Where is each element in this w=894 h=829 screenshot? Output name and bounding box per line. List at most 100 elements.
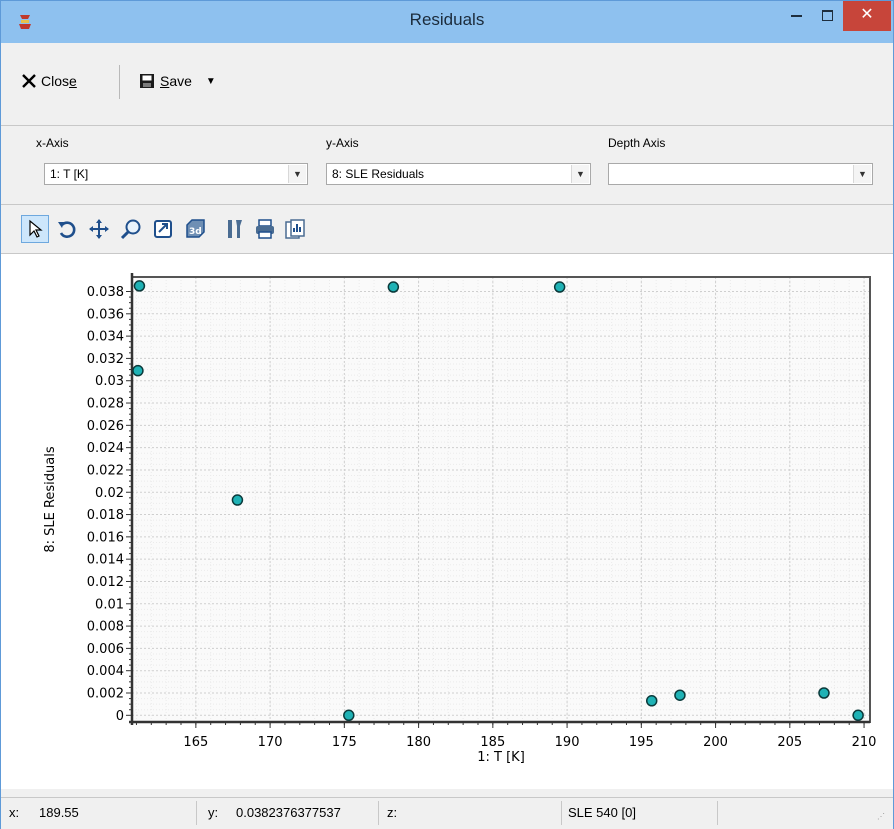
rotate-icon xyxy=(58,221,76,238)
data-point[interactable] xyxy=(852,709,864,722)
chart-toolbar: 3d xyxy=(1,205,893,254)
x-axis-select[interactable]: 1: T [K] ▼ xyxy=(44,163,308,185)
y-tick-label: 0.03 xyxy=(95,374,124,389)
y-axis-label: y-Axis xyxy=(326,136,359,150)
copy-chart-icon xyxy=(285,219,305,239)
copy-chart-tool-button[interactable] xyxy=(281,215,309,243)
y-tick-label: 0.034 xyxy=(87,330,124,345)
residuals-window: Residuals ✕ Close Save ▼ x-Axis 1: T [K] xyxy=(0,0,894,829)
data-point[interactable] xyxy=(343,709,355,722)
title-bar[interactable]: Residuals ✕ xyxy=(1,1,893,43)
close-x-icon xyxy=(22,74,36,88)
x-tick-label: 180 xyxy=(406,735,431,750)
zoom-box-icon xyxy=(154,220,172,238)
x-tick-label: 165 xyxy=(183,735,208,750)
zoom-icon xyxy=(120,219,141,240)
status-divider xyxy=(561,801,562,825)
close-icon: ✕ xyxy=(860,4,874,23)
zoom-tool-button[interactable] xyxy=(117,215,145,243)
window-close-button[interactable]: ✕ xyxy=(843,1,891,31)
y-tick-label: 0.004 xyxy=(87,664,124,679)
x-tick-label: 170 xyxy=(258,735,283,750)
y-tick-label: 0.028 xyxy=(87,397,124,412)
properties-icon xyxy=(228,220,242,238)
status-dataset: SLE 540 [0] xyxy=(568,805,636,820)
minimize-icon xyxy=(791,15,802,17)
save-button[interactable]: Save ▼ xyxy=(139,71,216,91)
y-tick-label: 0.014 xyxy=(87,553,124,568)
y-tick-label: 0.036 xyxy=(87,307,124,322)
axis-selectors: x-Axis 1: T [K] ▼ y-Axis 8: SLE Residual… xyxy=(1,126,893,205)
chevron-down-icon[interactable]: ▼ xyxy=(571,165,589,183)
chevron-down-icon[interactable]: ▼ xyxy=(853,165,871,183)
zoom-box-tool-button[interactable] xyxy=(149,215,177,243)
window-title: Residuals xyxy=(409,10,485,29)
save-icon xyxy=(140,74,154,88)
save-dropdown-icon[interactable]: ▼ xyxy=(206,76,216,87)
data-point[interactable] xyxy=(645,695,658,707)
close-button[interactable]: Close xyxy=(21,71,77,91)
data-point[interactable] xyxy=(674,689,686,701)
svg-text:3d: 3d xyxy=(189,227,202,237)
close-label: Close xyxy=(41,73,77,89)
data-point[interactable] xyxy=(132,364,144,377)
status-z-label: z: xyxy=(387,805,398,820)
y-tick-label: 0.032 xyxy=(87,352,124,367)
y-tick-label: 0.006 xyxy=(87,642,124,657)
maximize-button[interactable] xyxy=(808,1,848,31)
status-y-value: 0.0382376377537 xyxy=(236,805,341,820)
y-tick-label: 0.008 xyxy=(87,620,124,635)
y-tick-label: 0.01 xyxy=(95,597,124,612)
x-tick-label: 175 xyxy=(332,735,357,750)
print-icon xyxy=(256,219,274,239)
pointer-tool-button[interactable] xyxy=(21,215,49,243)
print-tool-button[interactable] xyxy=(251,215,279,243)
y-tick-label: 0.018 xyxy=(87,508,124,523)
depth-axis-select[interactable]: ▼ xyxy=(608,163,873,185)
data-point[interactable] xyxy=(387,281,400,293)
toolbar-separator xyxy=(119,65,120,99)
y-axis-title: 8: SLE Residuals xyxy=(43,446,58,553)
status-divider xyxy=(378,801,379,825)
data-point[interactable] xyxy=(553,281,566,293)
x-tick-label: 195 xyxy=(629,735,654,750)
y-tick-label: 0 xyxy=(116,709,124,724)
x-axis-title: 1: T [K] xyxy=(477,750,525,765)
status-divider xyxy=(717,801,718,825)
x-tick-label: 190 xyxy=(555,735,580,750)
x-tick-label: 200 xyxy=(703,735,728,750)
y-tick-label: 0.038 xyxy=(87,285,124,300)
resize-grip-icon[interactable]: ⋰ xyxy=(877,812,885,821)
y-tick-label: 0.022 xyxy=(87,463,124,478)
save-label: Save xyxy=(160,73,192,89)
pointer-icon xyxy=(29,219,43,238)
y-tick-label: 0.012 xyxy=(87,575,124,590)
x-axis-label: x-Axis xyxy=(36,136,69,150)
scatter-chart[interactable]: 165 170 175 180 185 190 195 200 205 210 0 0.002 0.00… xyxy=(1,254,893,789)
depth-axis-label: Depth Axis xyxy=(608,136,666,150)
y-tick-label: 0.024 xyxy=(87,441,124,456)
pan-tool-button[interactable] xyxy=(85,215,113,243)
y-axis-select[interactable]: 8: SLE Residuals ▼ xyxy=(326,163,591,185)
y-tick-label: 0.016 xyxy=(87,530,124,545)
y-tick-label: 0.026 xyxy=(87,419,124,434)
chart-area[interactable]: 165 170 175 180 185 190 195 200 205 210 0 0.002 0.00… xyxy=(1,254,893,789)
3d-tool-button[interactable]: 3d xyxy=(181,215,209,243)
data-point[interactable] xyxy=(818,687,830,699)
y-axis-value: 8: SLE Residuals xyxy=(332,167,425,181)
data-point[interactable] xyxy=(231,494,244,506)
pan-icon xyxy=(89,219,109,239)
status-x-value: 189.55 xyxy=(39,805,79,820)
x-axis-value: 1: T [K] xyxy=(50,167,89,181)
properties-tool-button[interactable] xyxy=(221,215,249,243)
3d-icon: 3d xyxy=(186,219,205,238)
rotate-tool-button[interactable] xyxy=(53,215,81,243)
maximize-icon xyxy=(822,10,833,21)
x-tick-label: 210 xyxy=(852,735,877,750)
status-divider xyxy=(196,801,197,825)
status-bar: x: 189.55 y: 0.0382376377537 z: SLE 540 … xyxy=(1,797,893,829)
y-tick-label: 0.002 xyxy=(87,687,124,702)
data-point[interactable] xyxy=(133,280,146,292)
chevron-down-icon[interactable]: ▼ xyxy=(288,165,306,183)
y-tick-label: 0.02 xyxy=(95,486,124,501)
